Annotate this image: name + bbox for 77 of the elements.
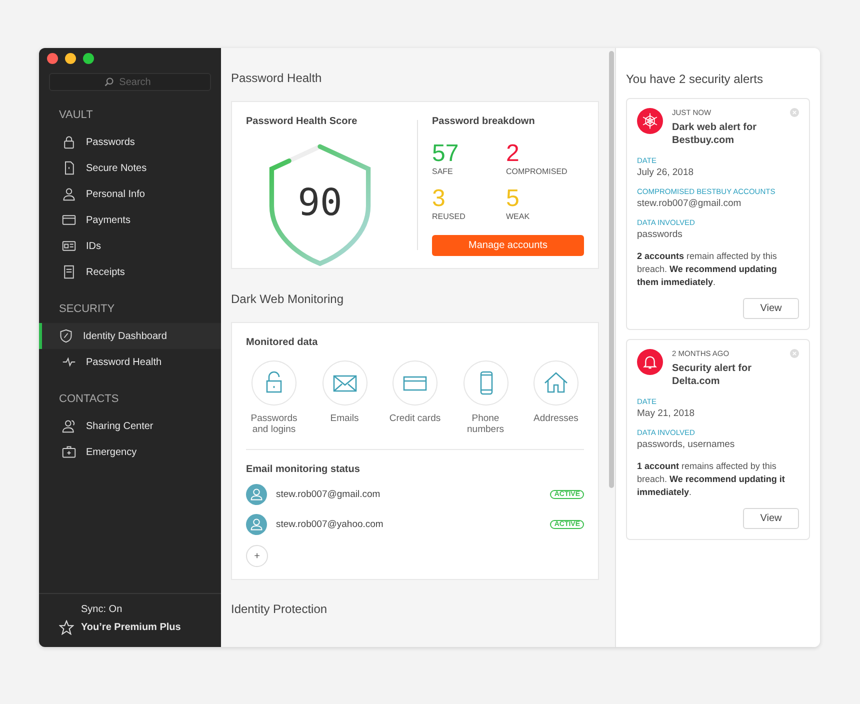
sync-status: Sync: On (80, 604, 124, 615)
shield-icon (59, 329, 73, 343)
card-icon (62, 213, 76, 227)
maximize-window-button[interactable] (83, 53, 94, 64)
minimize-window-button[interactable] (65, 53, 76, 64)
card-title: Password Health Score (246, 116, 358, 127)
view-button[interactable]: View (743, 298, 799, 319)
section-heading: CONTACTS (58, 393, 120, 407)
card-title: Email monitoring status (246, 464, 361, 475)
bell-icon (637, 349, 663, 375)
stat-label: REUSED (432, 212, 466, 221)
email-address: stew.rob007@yahoo.com (276, 519, 384, 530)
scrollbar-thumb[interactable] (609, 51, 614, 488)
stat-value: 3 (432, 186, 446, 212)
view-button[interactable]: View (743, 508, 799, 529)
monitored-label: Passwords and logins (250, 413, 298, 435)
section-title: Password Health (231, 71, 323, 85)
stat-value: 57 (432, 141, 460, 167)
section-title: Dark Web Monitoring (231, 292, 344, 306)
stat-value: 5 (506, 186, 520, 212)
sidebar-item[interactable]: Personal Info (39, 181, 221, 207)
sidebar-item[interactable]: Emergency (39, 439, 221, 465)
monitored-label: Emails (330, 413, 359, 424)
pulse-icon (62, 355, 76, 369)
alerts-title: You have 2 security alerts (626, 72, 764, 86)
add-email-button[interactable]: + (246, 545, 268, 567)
sidebar-item[interactable]: Passwords (39, 129, 221, 155)
section-heading: SECURITY (58, 303, 116, 317)
section-title: Identity Protection (231, 602, 328, 616)
card-title: Password breakdown (432, 116, 536, 127)
phone-icon (462, 360, 508, 406)
lock-icon (251, 360, 297, 406)
field-value: May 21, 2018 (637, 408, 696, 419)
monitored-label: Addresses (534, 413, 578, 424)
alert-message: 1 account remains affected by this breach. We recommend updating it immediately. (637, 460, 786, 499)
card-icon (392, 360, 438, 406)
sidebar-item[interactable]: IDs (39, 233, 221, 259)
card-title: Monitored data (246, 337, 319, 348)
close-window-button[interactable] (47, 53, 58, 64)
kit-icon (62, 445, 76, 459)
monitored-label: Phone numbers (466, 413, 505, 435)
alert-title: Dark web alert for Bestbuy.com (672, 121, 758, 147)
alert-title: Security alert for Delta.com (672, 362, 752, 388)
stat-label: COMPROMISED (506, 167, 568, 176)
person-icon (62, 187, 76, 201)
avatar-icon (246, 514, 267, 535)
field-value: stew.rob007@gmail.com (637, 198, 742, 209)
note-icon (62, 161, 76, 175)
mail-icon (322, 360, 368, 406)
field-value: July 26, 2018 (637, 167, 695, 178)
search-icon (104, 77, 114, 87)
field-value: passwords, usernames (637, 439, 736, 450)
field-value: passwords (637, 229, 684, 240)
email-address: stew.rob007@gmail.com (276, 489, 382, 500)
stat-value: 2 (506, 141, 520, 167)
alert-message: 2 accounts remain affected by this breach. We recommend updating them immediately. (637, 250, 778, 289)
plan-label: You’re Premium Plus (81, 622, 181, 633)
monitored-label: Credit cards (389, 413, 441, 424)
star-icon (59, 620, 74, 635)
sidebar-item[interactable]: Sharing Center (39, 413, 221, 439)
sidebar-item[interactable]: Password Health (39, 349, 221, 375)
sidebar-item[interactable]: Payments (39, 207, 221, 233)
receipt-icon (62, 265, 76, 279)
people-icon (62, 419, 76, 433)
search-field[interactable]: Search (49, 73, 211, 91)
sidebar-item[interactable]: Secure Notes (39, 155, 221, 181)
stat-label: WEAK (506, 212, 531, 221)
sidebar-item[interactable]: Identity Dashboard (39, 323, 221, 349)
spider-web-icon (637, 108, 663, 134)
stat-label: SAFE (432, 167, 454, 176)
id-icon (62, 239, 76, 253)
house-icon (533, 360, 579, 406)
health-score: 90 (296, 181, 344, 224)
lock-icon (62, 135, 76, 149)
avatar-icon (246, 484, 267, 505)
sidebar-item[interactable]: Receipts (39, 259, 221, 285)
section-heading: VAULT (58, 109, 94, 123)
